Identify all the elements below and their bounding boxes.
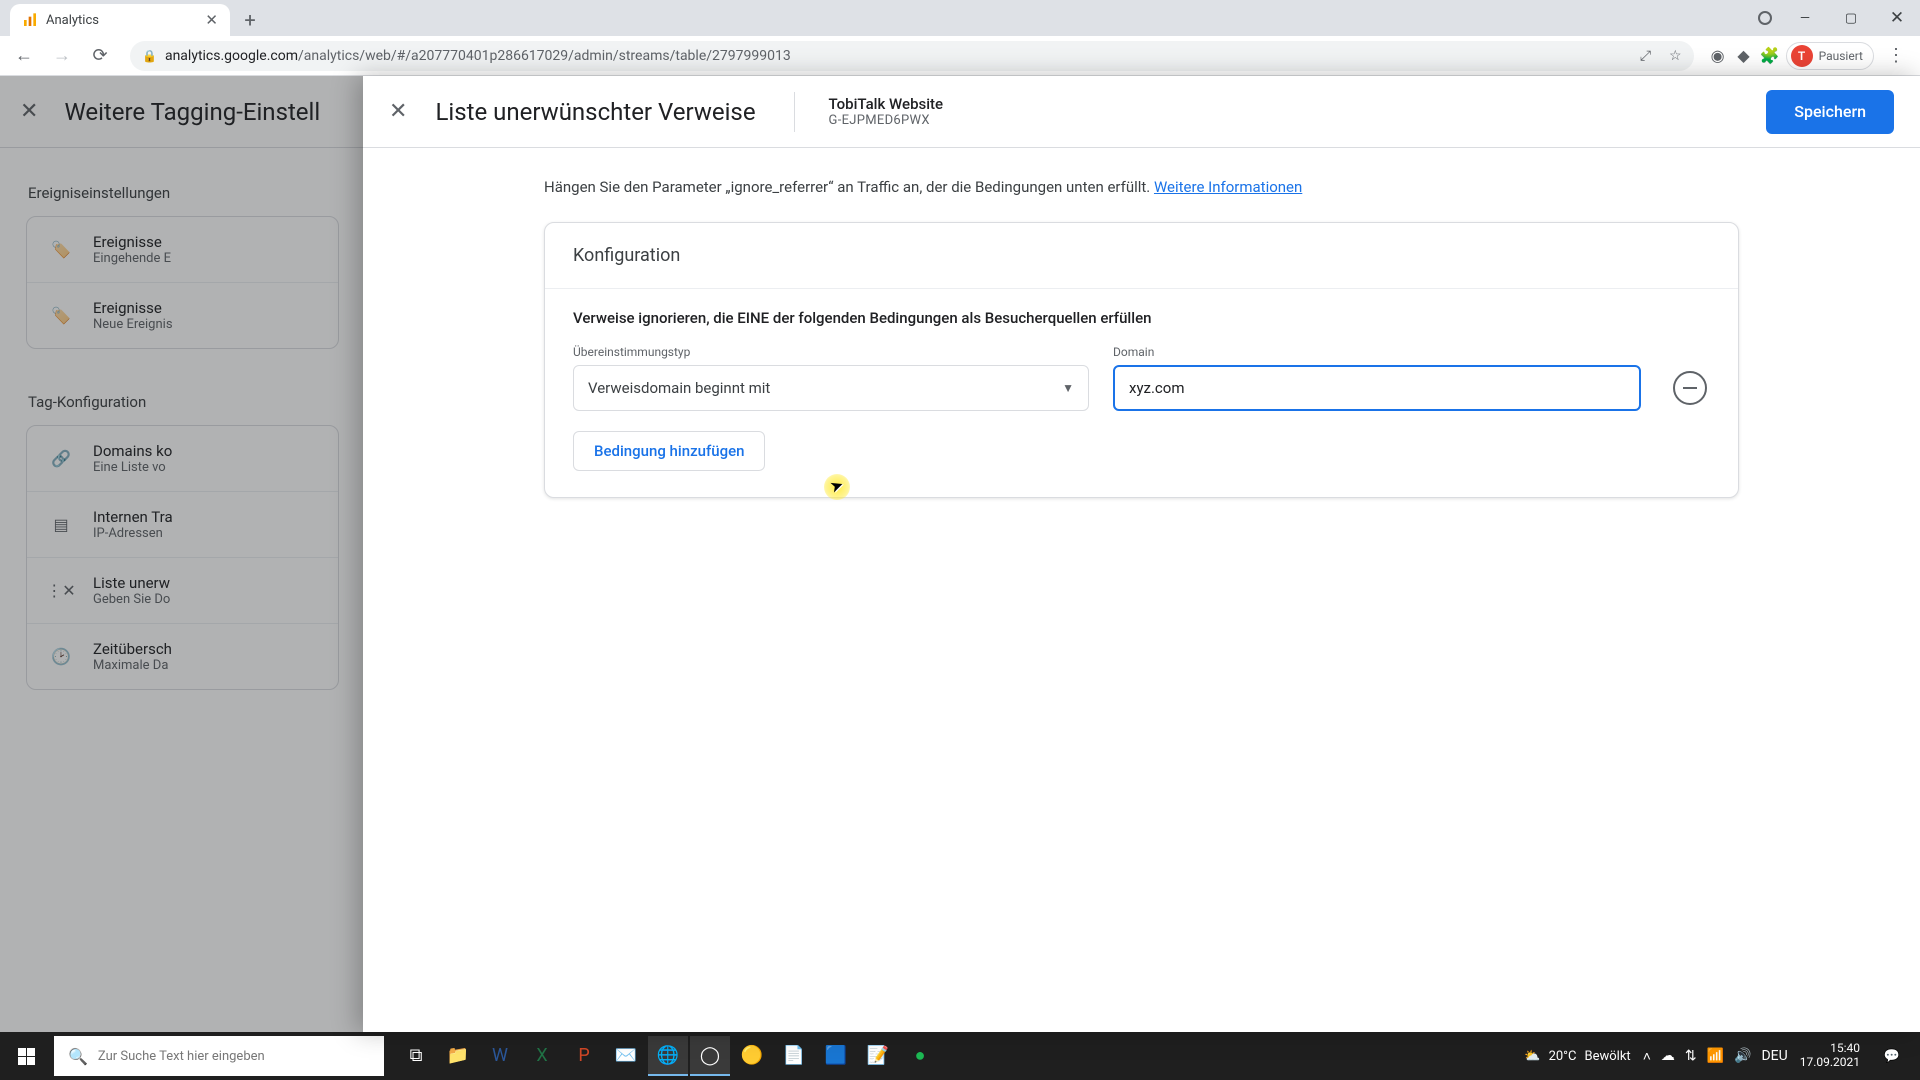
- panel-front-header: ✕ Liste unerwünschter Verweise TobiTalk …: [363, 76, 1920, 148]
- search-icon: 🔍: [68, 1047, 88, 1066]
- volume-icon[interactable]: 🔊: [1734, 1048, 1751, 1064]
- match-type-value: Verweisdomain beginnt mit: [588, 379, 770, 397]
- window-close-button[interactable]: ✕: [1874, 0, 1920, 36]
- kebab-menu-icon[interactable]: ⋮: [1880, 40, 1912, 72]
- panel-front-title: Liste unerwünschter Verweise: [435, 98, 755, 126]
- add-condition-button[interactable]: Bedingung hinzufügen: [573, 431, 765, 471]
- mail-icon[interactable]: ✉️: [606, 1036, 646, 1076]
- start-button[interactable]: [0, 1032, 52, 1080]
- task-icons: ⧉ 📁 W X P ✉️ 🌐 ◯ 🟡 📄 🟦 📝 ●: [396, 1036, 940, 1076]
- address-bar[interactable]: 🔒 analytics.google.com/analytics/web/#/a…: [130, 41, 1694, 71]
- chrome-icon[interactable]: 🌐: [648, 1036, 688, 1076]
- browser-tab[interactable]: Analytics ✕: [10, 4, 230, 36]
- word-icon[interactable]: W: [480, 1036, 520, 1076]
- match-type-field: Übereinstimmungstyp Verweisdomain beginn…: [573, 345, 1089, 411]
- browser-toolbar: ← → ⟳ 🔒 analytics.google.com/analytics/w…: [0, 36, 1920, 76]
- spotify-icon[interactable]: ●: [900, 1036, 940, 1076]
- clock-time: 15:40: [1800, 1042, 1860, 1056]
- referral-exclusion-panel: ✕ Liste unerwünschter Verweise TobiTalk …: [363, 76, 1920, 1032]
- taskbar-search[interactable]: 🔍 Zur Suche Text hier eingeben: [54, 1036, 384, 1076]
- install-app-icon[interactable]: ⤢: [1640, 48, 1651, 64]
- domain-label: Domain: [1113, 345, 1641, 359]
- remove-condition-button[interactable]: [1673, 371, 1707, 405]
- app-icon-2[interactable]: 📄: [774, 1036, 814, 1076]
- app-icon-1[interactable]: 🟡: [732, 1036, 772, 1076]
- tab-title: Analytics: [46, 13, 99, 28]
- property-name: TobiTalk Website: [829, 95, 944, 113]
- panel-front-body: Hängen Sie den Parameter „ignore_referre…: [363, 148, 1920, 1032]
- condition-row: Übereinstimmungstyp Verweisdomain beginn…: [573, 345, 1710, 411]
- card-title: Konfiguration: [545, 223, 1738, 289]
- bookmark-star-icon[interactable]: ☆: [1669, 48, 1682, 64]
- weather-widget[interactable]: ⛅ 20°C Bewölkt: [1524, 1049, 1630, 1064]
- configuration-card: Konfiguration Verweise ignorieren, die E…: [544, 222, 1739, 498]
- extension-qr-icon[interactable]: ◉: [1708, 46, 1728, 66]
- match-type-select[interactable]: Verweisdomain beginnt mit ▼: [573, 365, 1089, 411]
- notepad-icon[interactable]: 📝: [858, 1036, 898, 1076]
- analytics-favicon: [22, 12, 38, 28]
- weather-temp: 20°C: [1549, 1049, 1577, 1064]
- powerpoint-icon[interactable]: P: [564, 1036, 604, 1076]
- excel-icon[interactable]: X: [522, 1036, 562, 1076]
- extensions-puzzle-icon[interactable]: 🧩: [1760, 46, 1780, 66]
- account-indicator-icon[interactable]: [1758, 11, 1772, 25]
- taskbar-clock[interactable]: 15:40 17.09.2021: [1800, 1042, 1860, 1070]
- url-text: analytics.google.com/analytics/web/#/a20…: [165, 48, 791, 64]
- domain-field: Domain: [1113, 345, 1641, 411]
- action-center-icon[interactable]: 💬: [1872, 1036, 1912, 1076]
- match-type-label: Übereinstimmungstyp: [573, 345, 1089, 359]
- obs-icon[interactable]: ◯: [690, 1036, 730, 1076]
- intro-text: Hängen Sie den Parameter „ignore_referre…: [544, 178, 1739, 196]
- system-tray: ⛅ 20°C Bewölkt ˄ ☁ ⇅ 📶 🔊 DEU 15:40 17.09…: [1524, 1036, 1920, 1076]
- weather-cloud-icon: ⛅: [1524, 1049, 1540, 1064]
- task-view-icon[interactable]: ⧉: [396, 1036, 436, 1076]
- edge-icon[interactable]: 🟦: [816, 1036, 856, 1076]
- clock-date: 17.09.2021: [1800, 1056, 1860, 1070]
- domain-input[interactable]: [1113, 365, 1641, 411]
- property-meta: TobiTalk Website G-EJPMED6PWX: [829, 95, 944, 128]
- minimize-button[interactable]: —: [1782, 0, 1828, 36]
- tab-close-icon[interactable]: ✕: [205, 11, 218, 29]
- wifi-icon[interactable]: 📶: [1707, 1048, 1724, 1064]
- close-icon[interactable]: ✕: [389, 99, 407, 124]
- window-controls: — ▢ ✕: [1758, 0, 1920, 36]
- property-id: G-EJPMED6PWX: [829, 113, 944, 128]
- extension-generic-icon[interactable]: ◆: [1734, 46, 1754, 66]
- onedrive-icon[interactable]: ☁: [1661, 1048, 1675, 1064]
- save-button[interactable]: Speichern: [1766, 90, 1894, 134]
- minus-icon: [1683, 387, 1697, 389]
- language-indicator[interactable]: DEU: [1761, 1048, 1787, 1064]
- search-placeholder: Zur Suche Text hier eingeben: [98, 1049, 265, 1064]
- weather-text: Bewölkt: [1585, 1049, 1631, 1064]
- more-info-link[interactable]: Weitere Informationen: [1154, 178, 1302, 196]
- windows-logo-icon: [18, 1048, 35, 1065]
- divider: [794, 92, 795, 132]
- card-subtitle: Verweise ignorieren, die EINE der folgen…: [573, 309, 1710, 327]
- app-content: ✕ Weitere Tagging-Einstell Ereigniseinst…: [0, 76, 1920, 1032]
- profile-chip[interactable]: T Pausiert: [1786, 42, 1874, 70]
- nav-reload-icon[interactable]: ⟳: [84, 40, 116, 72]
- nav-back-icon[interactable]: ←: [8, 40, 40, 72]
- nav-forward-icon: →: [46, 40, 78, 72]
- chevron-down-icon: ▼: [1062, 381, 1074, 395]
- windows-taskbar: 🔍 Zur Suche Text hier eingeben ⧉ 📁 W X P…: [0, 1032, 1920, 1080]
- lock-icon: 🔒: [142, 49, 157, 63]
- tray-chevron-up-icon[interactable]: ˄: [1643, 1048, 1651, 1065]
- maximize-button[interactable]: ▢: [1828, 0, 1874, 36]
- network-icon[interactable]: ⇅: [1685, 1048, 1697, 1064]
- profile-avatar: T: [1791, 45, 1813, 67]
- tab-strip: Analytics ✕ + — ▢ ✕: [0, 0, 1920, 36]
- file-explorer-icon[interactable]: 📁: [438, 1036, 478, 1076]
- new-tab-button[interactable]: +: [236, 6, 264, 34]
- profile-status: Pausiert: [1819, 49, 1863, 63]
- tray-icons: ˄ ☁ ⇅ 📶 🔊 DEU: [1643, 1048, 1788, 1065]
